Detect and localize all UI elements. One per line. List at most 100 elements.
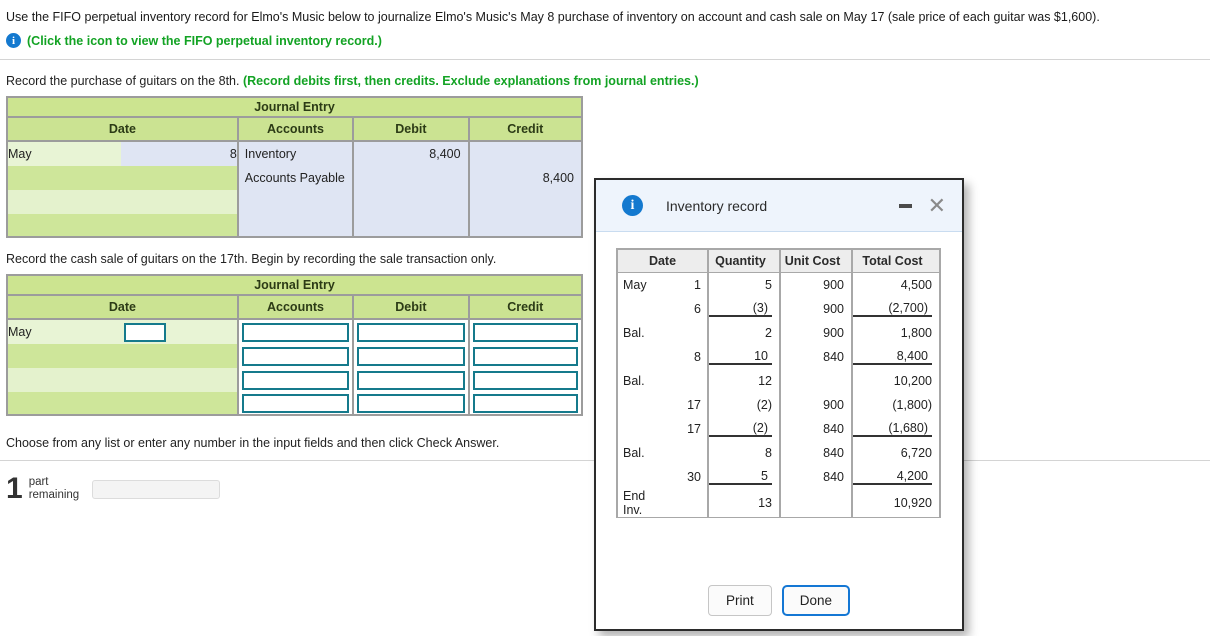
- journal1-row0-account: Inventory: [237, 142, 352, 166]
- journal2-row3-account-cell: [237, 392, 352, 416]
- journal1-row0-day: 8: [121, 142, 236, 166]
- journal2-row1-month: [6, 344, 121, 368]
- journal2-row3-credit-cell: [468, 392, 583, 416]
- journal2-row1-debit-cell: [352, 344, 467, 368]
- credit-input-row2[interactable]: [473, 371, 578, 390]
- instruction-purchase-text: Record the purchase of guitars on the 8t…: [6, 74, 243, 88]
- credit-input-row0[interactable]: [473, 323, 578, 342]
- inv-row1-qty-cell: (3): [708, 297, 780, 321]
- journal1-row1-debit: [352, 166, 467, 190]
- table-row: Accounts Payable 8,400: [6, 166, 583, 190]
- close-icon[interactable]: ✕: [928, 195, 946, 217]
- inv-row6-total: (1,680): [853, 421, 932, 437]
- debit-input-row0[interactable]: [357, 323, 464, 342]
- print-button[interactable]: Print: [708, 585, 772, 616]
- inv-col-date: Date: [617, 249, 708, 273]
- inv-row1-qty: (3): [709, 301, 772, 317]
- credit-input-row1[interactable]: [473, 347, 578, 366]
- journal1-col-accounts: Accounts: [237, 118, 352, 142]
- inv-row5-cost: 900: [780, 393, 852, 417]
- prompt-area: Use the FIFO perpetual inventory record …: [0, 0, 1210, 48]
- inv-row8-total: 4,200: [853, 469, 932, 485]
- account-input-row3[interactable]: [242, 394, 349, 413]
- inv-col-total-cost: Total Cost: [852, 249, 940, 273]
- table-row: 30 5 840 4,200: [617, 465, 940, 489]
- journal1-row3-account: [237, 214, 352, 238]
- inv-row8-qty: 5: [709, 469, 772, 485]
- inv-row4-day: [663, 369, 709, 393]
- journal2-col-accounts: Accounts: [237, 296, 352, 320]
- inv-row3-qty-cell: 10: [708, 345, 780, 369]
- inv-row1-label: [617, 297, 663, 321]
- journal1-row3-debit: [352, 214, 467, 238]
- date-day-input-row0[interactable]: [124, 323, 166, 342]
- inv-row8-cost: 840: [780, 465, 852, 489]
- journal1-row1-credit: 8,400: [468, 166, 583, 190]
- journal2-row1-account-cell: [237, 344, 352, 368]
- inv-row7-day: [663, 441, 709, 465]
- debit-input-row2[interactable]: [357, 371, 464, 390]
- inv-row1-cost: 900: [780, 297, 852, 321]
- table-row: May 1 5 900 4,500: [617, 273, 940, 297]
- journal2-row1-day-cell: [121, 344, 236, 368]
- table-row: 8 10 840 8,400: [617, 345, 940, 369]
- account-input-row0[interactable]: [242, 323, 349, 342]
- minimize-icon[interactable]: [899, 204, 928, 208]
- journal2-row3-day-cell: [121, 392, 236, 416]
- inv-row9-label: End Inv.: [617, 489, 663, 517]
- table-row: Bal. 8 840 6,720: [617, 441, 940, 465]
- account-input-row2[interactable]: [242, 371, 349, 390]
- parts-remaining-count: 1: [6, 474, 23, 504]
- journal1-row0-debit: 8,400: [352, 142, 467, 166]
- journal2-col-date: Date: [6, 296, 237, 320]
- table-row: [6, 344, 583, 368]
- inv-row1-total-cell: (2,700): [852, 297, 940, 321]
- divider: [0, 59, 1210, 60]
- inv-row3-total: 8,400: [853, 349, 932, 365]
- inv-row4-qty: 12: [708, 369, 780, 393]
- inv-row4-cost: [780, 369, 852, 393]
- journal1-row2-debit: [352, 190, 467, 214]
- journal2-row2-day-cell: [121, 368, 236, 392]
- inv-row1-total: (2,700): [853, 301, 932, 317]
- journal-entry-table-sale: Journal Entry Date Accounts Debit Credit…: [6, 274, 583, 416]
- dialog-body: Date Quantity Unit Cost Total Cost May 1…: [596, 232, 962, 518]
- inv-row6-total-cell: (1,680): [852, 417, 940, 441]
- journal1-row1-account: Accounts Payable: [237, 166, 352, 190]
- inv-row7-label: Bal.: [617, 441, 663, 465]
- debit-input-row3[interactable]: [357, 394, 464, 413]
- inv-row9-qty: 13: [708, 489, 780, 517]
- inv-row8-day: 30: [663, 465, 709, 489]
- inv-row7-total: 6,720: [852, 441, 940, 465]
- inv-row3-total-cell: 8,400: [852, 345, 940, 369]
- inv-col-unit-cost: Unit Cost: [780, 249, 852, 273]
- journal2-row2-month: [6, 368, 121, 392]
- inv-row3-qty: 10: [709, 349, 772, 365]
- info-icon[interactable]: i: [6, 33, 21, 48]
- inv-row5-label: [617, 393, 663, 417]
- inv-row4-total: 10,200: [852, 369, 940, 393]
- journal2-row2-debit-cell: [352, 368, 467, 392]
- inv-row9-cost: [780, 489, 852, 517]
- inv-row4-label: Bal.: [617, 369, 663, 393]
- parts-label-line1: part: [29, 476, 49, 488]
- inv-row3-label: [617, 345, 663, 369]
- done-button[interactable]: Done: [782, 585, 850, 616]
- inv-row0-total: 4,500: [852, 273, 940, 297]
- inv-row5-total: (1,800): [852, 393, 940, 417]
- journal2-row0-debit-cell: [352, 320, 467, 344]
- inv-row7-qty: 8: [708, 441, 780, 465]
- hint-link[interactable]: (Click the icon to view the FIFO perpetu…: [27, 34, 382, 48]
- journal2-title-row: Journal Entry: [6, 274, 583, 296]
- inv-row0-cost: 900: [780, 273, 852, 297]
- journal2-row1-credit-cell: [468, 344, 583, 368]
- inv-row5-qty: (2): [708, 393, 780, 417]
- debit-input-row1[interactable]: [357, 347, 464, 366]
- info-icon: i: [622, 195, 643, 216]
- credit-input-row3[interactable]: [473, 394, 578, 413]
- inv-row2-total: 1,800: [852, 321, 940, 345]
- journal1-header-row: Date Accounts Debit Credit: [6, 118, 583, 142]
- instruction-purchase-note: (Record debits first, then credits. Excl…: [243, 74, 699, 88]
- journal2-row2-credit-cell: [468, 368, 583, 392]
- account-input-row1[interactable]: [242, 347, 349, 366]
